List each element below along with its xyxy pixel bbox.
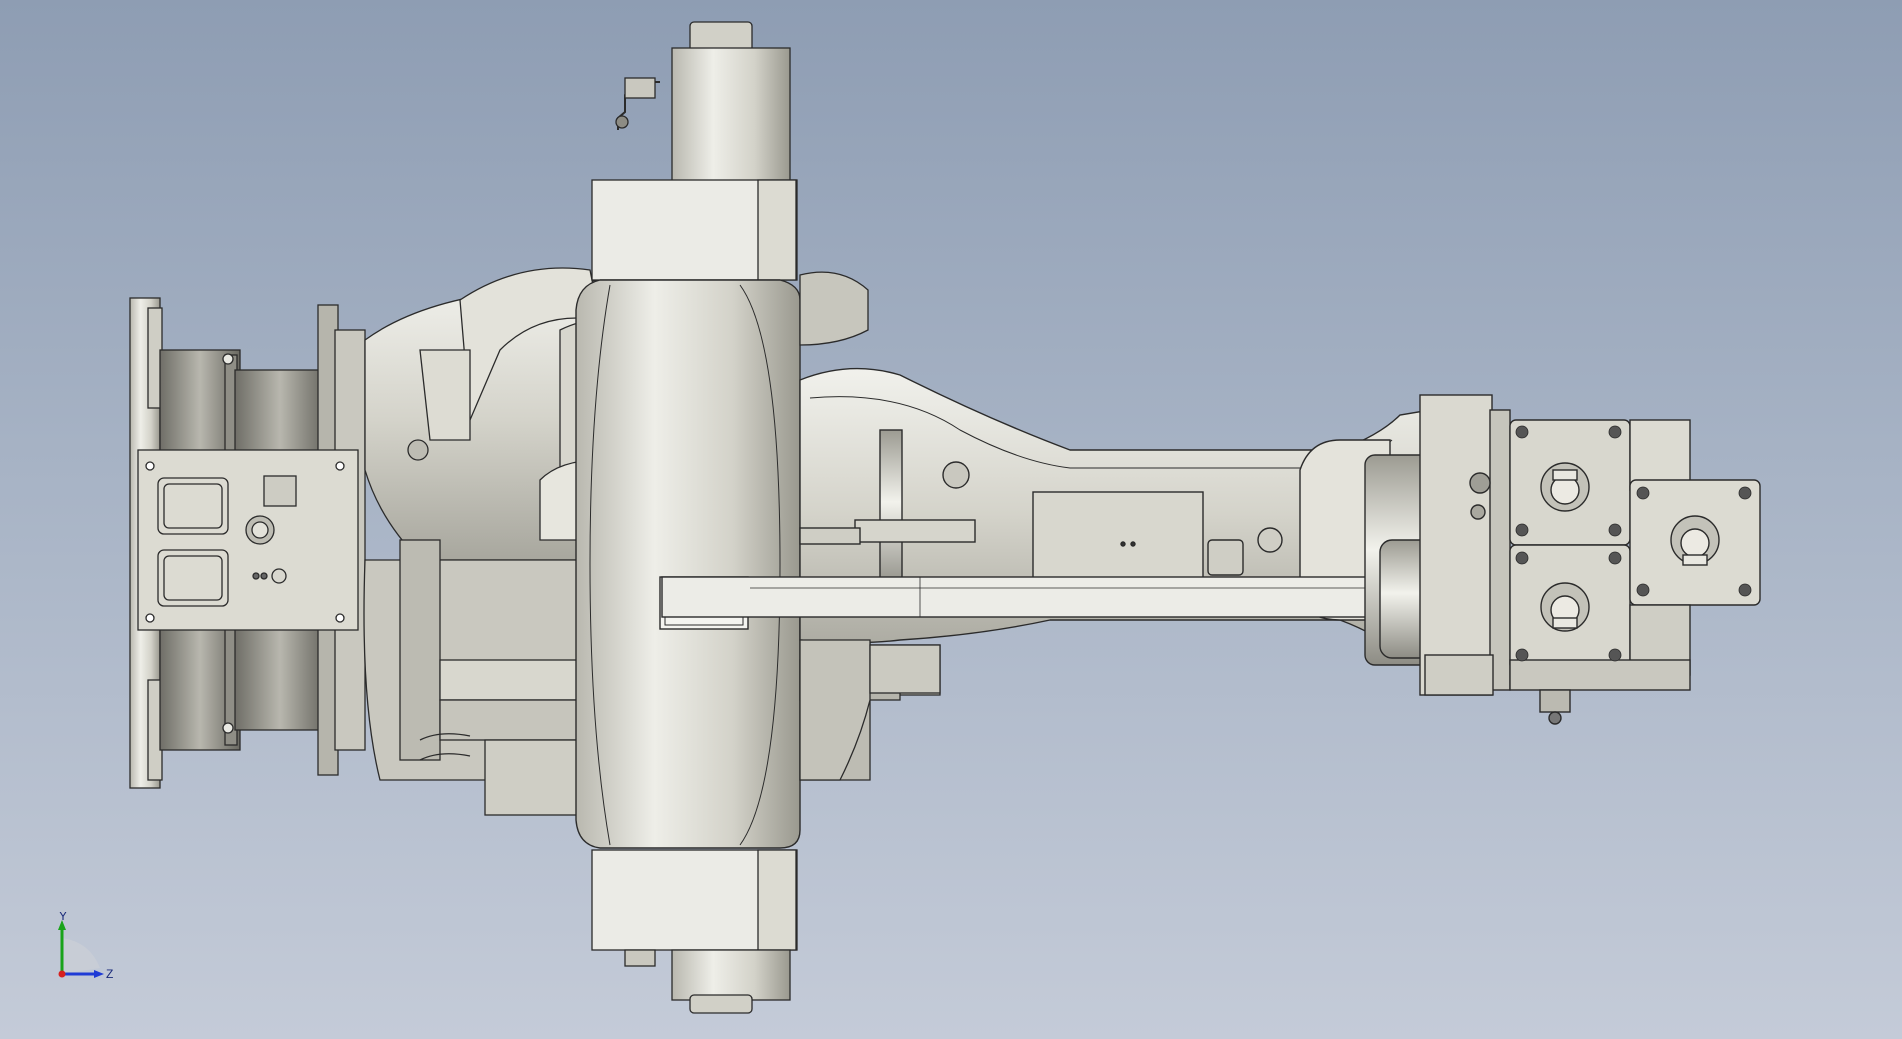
wrist-boss-bottom xyxy=(1540,582,1590,632)
bottom-motor[interactable] xyxy=(591,849,798,1014)
connecting-rod[interactable] xyxy=(661,576,1403,618)
wrist-boss-top xyxy=(1540,462,1590,512)
robot-arm-model[interactable] xyxy=(0,0,1902,1039)
graphics-viewport[interactable]: Y Z xyxy=(0,0,1902,1039)
y-axis-label: Y xyxy=(59,912,67,923)
axis-triad: Y Z xyxy=(58,912,113,981)
z-axis-label: Z xyxy=(106,967,113,981)
triad-plane xyxy=(62,938,100,974)
z-axis-arrow-icon xyxy=(94,970,104,978)
wrist-boss-right xyxy=(1670,515,1720,566)
top-motor[interactable] xyxy=(591,21,798,281)
base-flange[interactable] xyxy=(129,297,366,789)
wrist-housing[interactable] xyxy=(1509,419,1761,725)
shoulder-wheel[interactable] xyxy=(575,279,801,849)
x-axis-dot xyxy=(58,970,66,978)
